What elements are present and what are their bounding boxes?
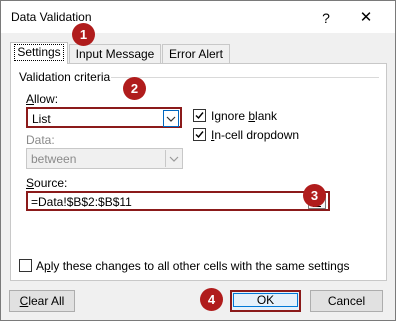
apply-all-label: Aply these changes to all other cells wi… xyxy=(36,259,350,273)
allow-label: Allow: xyxy=(26,92,59,106)
checkmark-icon xyxy=(195,131,204,139)
annotation-badge-2: 2 xyxy=(123,77,146,100)
annotation-badge-3: 3 xyxy=(303,184,326,207)
data-select: between xyxy=(26,148,183,169)
tab-error-alert[interactable]: Error Alert xyxy=(162,44,230,64)
tab-error-alert-label: Error Alert xyxy=(168,47,223,61)
group-divider xyxy=(111,77,379,78)
help-button[interactable]: ? xyxy=(317,9,335,27)
in-cell-dropdown-label: In-cell dropdown xyxy=(211,128,300,142)
close-button[interactable]: ✕ xyxy=(357,9,375,27)
tab-settings-label: Settings xyxy=(14,44,64,61)
allow-select[interactable]: List xyxy=(26,107,182,128)
tab-settings[interactable]: Settings xyxy=(10,42,68,64)
apply-all-checkbox[interactable] xyxy=(19,259,32,272)
source-value: =Data!$B$2:$B$11 xyxy=(31,195,132,209)
checkmark-icon xyxy=(195,112,204,120)
data-label: Data: xyxy=(26,133,55,147)
source-input[interactable]: =Data!$B$2:$B$11 xyxy=(26,191,330,211)
clear-all-button[interactable]: Clear All xyxy=(9,290,75,312)
chevron-down-icon[interactable] xyxy=(163,110,179,127)
allow-value: List xyxy=(32,112,51,126)
in-cell-dropdown-checkbox[interactable] xyxy=(193,128,206,141)
group-title: Validation criteria xyxy=(19,70,111,84)
ignore-blank-checkbox[interactable] xyxy=(193,109,206,122)
ignore-blank-label: Ignore blank xyxy=(211,109,278,123)
annotation-badge-4: 4 xyxy=(200,288,223,311)
window-title: Data Validation xyxy=(11,10,92,24)
annotation-badge-1: 1 xyxy=(72,23,95,46)
title-bar: Data Validation ? ✕ xyxy=(1,1,395,33)
ok-button-label: OK xyxy=(233,293,298,307)
ok-button[interactable]: OK xyxy=(230,290,301,312)
source-label: Source: xyxy=(26,176,68,190)
settings-panel: Validation criteria Allow: List Ignore b… xyxy=(10,63,387,281)
cancel-button[interactable]: Cancel xyxy=(310,290,383,312)
tab-input-message-label: Input Message xyxy=(75,47,155,61)
chevron-down-icon xyxy=(165,150,181,167)
data-validation-dialog: Data Validation ? ✕ Settings Input Messa… xyxy=(0,0,396,321)
data-value: between xyxy=(31,152,77,166)
tab-input-message[interactable]: Input Message xyxy=(69,44,161,64)
